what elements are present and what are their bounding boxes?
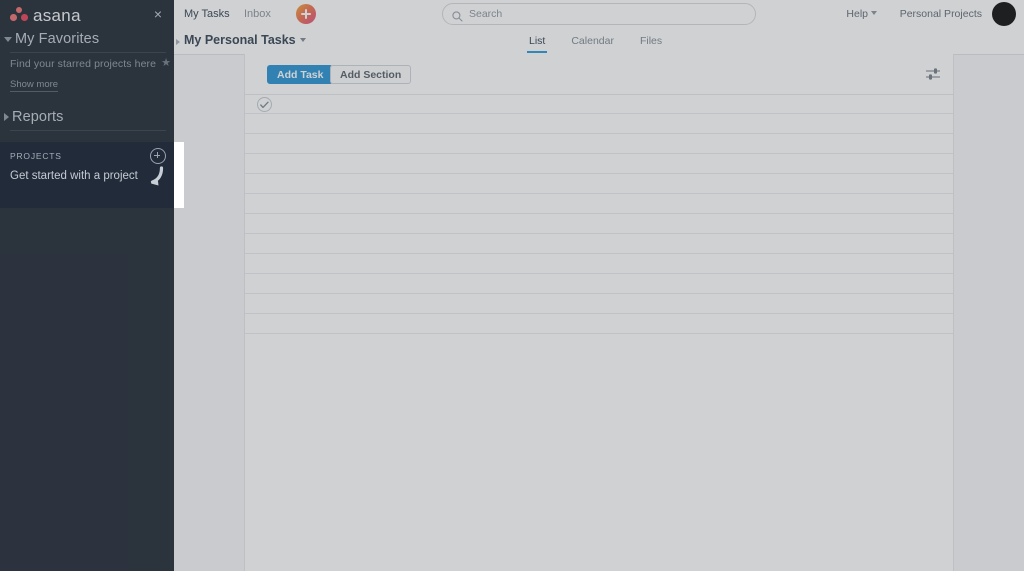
- star-icon: ★: [161, 57, 172, 69]
- show-more-link[interactable]: Show more: [10, 79, 59, 92]
- workspace-switcher[interactable]: Personal Projects: [900, 8, 982, 20]
- table-row[interactable]: [245, 294, 953, 314]
- spotlight-edge: [174, 142, 184, 208]
- task-complete-checkmark-icon[interactable]: [257, 97, 272, 112]
- search-icon: [452, 9, 463, 22]
- table-row[interactable]: [245, 214, 953, 234]
- help-menu-label: Help: [846, 8, 868, 20]
- sidebar-divider-favorites: [10, 52, 166, 53]
- view-tabs: List Calendar Files: [526, 28, 688, 54]
- projects-section-label: PROJECTS: [10, 151, 62, 161]
- tab-files[interactable]: Files: [640, 28, 662, 54]
- sidebar-section-label-favorites: My Favorites: [15, 31, 100, 47]
- nav-my-tasks[interactable]: My Tasks: [184, 8, 230, 20]
- sidebar-section-projects: PROJECTS Get started with a project: [0, 142, 174, 208]
- sidebar-section-reports[interactable]: Reports: [0, 108, 174, 126]
- add-project-icon[interactable]: [150, 148, 166, 164]
- help-menu[interactable]: Help: [846, 8, 877, 20]
- table-row[interactable]: [245, 94, 953, 114]
- task-list-toolbar: Add Task Add Section: [245, 54, 953, 95]
- sidebar-header: asana ×: [0, 0, 174, 28]
- page-title[interactable]: My Personal Tasks: [184, 33, 306, 47]
- asana-logo-dots-icon: [10, 6, 28, 22]
- close-icon[interactable]: ×: [151, 7, 165, 21]
- table-row[interactable]: [245, 314, 953, 334]
- sidebar-item-get-started-with-a-project[interactable]: Get started with a project: [10, 170, 138, 182]
- main-area: My Tasks Inbox Search Help Personal Proj…: [174, 0, 1024, 571]
- project-header-bar: My Personal Tasks List Calendar Files: [174, 28, 1024, 55]
- search-placeholder: Search: [469, 8, 503, 20]
- task-rows: [245, 94, 953, 334]
- table-row[interactable]: [245, 234, 953, 254]
- quick-add-button[interactable]: [296, 4, 316, 24]
- sort-filter-icon[interactable]: [925, 66, 941, 82]
- avatar[interactable]: [992, 2, 1016, 26]
- curved-arrow-icon: [146, 166, 168, 190]
- asana-logo-wordmark: asana: [33, 5, 81, 25]
- search-input[interactable]: Search: [442, 3, 756, 25]
- table-row[interactable]: [245, 274, 953, 294]
- top-navigation-bar: My Tasks Inbox Search Help Personal Proj…: [174, 0, 1024, 29]
- table-row[interactable]: [245, 114, 953, 134]
- nav-inbox[interactable]: Inbox: [244, 8, 271, 20]
- asana-logo[interactable]: asana: [10, 5, 81, 25]
- favorites-empty-hint: Find your starred projects here ★: [10, 57, 171, 70]
- table-row[interactable]: [245, 254, 953, 274]
- chevron-down-icon: [4, 36, 12, 42]
- sidebar-section-my-favorites[interactable]: My Favorites: [0, 30, 174, 48]
- chevron-down-icon: [299, 37, 306, 42]
- table-row[interactable]: [245, 194, 953, 214]
- favorites-empty-hint-text: Find your starred projects here: [10, 57, 157, 70]
- tab-list[interactable]: List: [526, 28, 548, 54]
- sidebar: asana × My Favorites Find your starred p…: [0, 0, 174, 571]
- add-task-button[interactable]: Add Task: [267, 65, 334, 84]
- sidebar-divider-reports: [10, 130, 166, 131]
- chevron-right-icon: [176, 39, 180, 45]
- chevron-down-icon: [871, 11, 877, 16]
- add-section-button[interactable]: Add Section: [330, 65, 412, 84]
- table-row[interactable]: [245, 154, 953, 174]
- table-row[interactable]: [245, 174, 953, 194]
- chevron-right-icon: [4, 113, 9, 121]
- task-list-panel: Add Task Add Section: [244, 54, 954, 571]
- asana-app-window: asana × My Favorites Find your starred p…: [0, 0, 1024, 571]
- table-row[interactable]: [245, 134, 953, 154]
- page-title-text: My Personal Tasks: [184, 33, 296, 47]
- tab-calendar[interactable]: Calendar: [571, 28, 614, 54]
- sidebar-section-label-reports: Reports: [12, 109, 64, 125]
